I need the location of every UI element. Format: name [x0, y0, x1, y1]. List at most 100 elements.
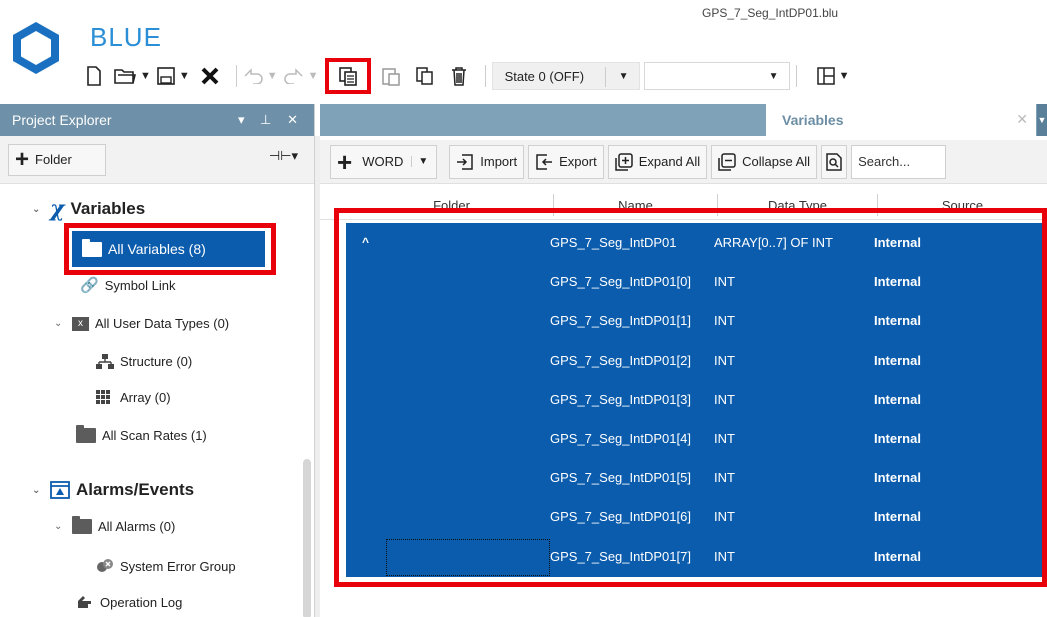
find-document-icon: [826, 152, 842, 171]
cell-data-type: INT: [714, 509, 735, 525]
table-row[interactable]: GPS_7_Seg_IntDP01[0] INT Internal: [346, 262, 1042, 301]
cell-source: Internal: [874, 548, 921, 564]
tree-node-all-scan-rates[interactable]: All Scan Rates (1): [76, 425, 207, 443]
toolbar-separator: [235, 65, 237, 87]
tree-node-symbol-link[interactable]: 🔗 Symbol Link: [80, 276, 176, 294]
tree-label-all-scan-rates: All Scan Rates (1): [102, 428, 207, 443]
tree-node-alarms-events[interactable]: ⌄ Alarms/Events: [32, 480, 194, 500]
expand-all-button[interactable]: Expand All: [607, 144, 708, 179]
table-row[interactable]: GPS_7_Seg_IntDP01[2] INT Internal: [346, 341, 1042, 380]
toolbar-separator: [795, 65, 797, 87]
table-row[interactable]: GPS_7_Seg_IntDP01[3] INT Internal: [346, 380, 1042, 419]
new-file-icon[interactable]: [80, 60, 108, 92]
tree-node-all-user-data-types[interactable]: ⌄ x All User Data Types (0): [54, 316, 229, 331]
copy-button[interactable]: [324, 58, 371, 94]
document-tab-bar: Variables ✕ ▼: [320, 104, 1047, 136]
close-icon: [201, 67, 219, 85]
column-header-data-type[interactable]: Data Type: [718, 194, 878, 216]
undo-button[interactable]: ▼: [243, 60, 278, 92]
tree-node-variables[interactable]: ⌄ χ Variables: [32, 196, 145, 222]
import-button[interactable]: Import: [449, 144, 525, 179]
cell-name: GPS_7_Seg_IntDP01[3]: [550, 391, 691, 407]
redo-button[interactable]: ▼: [283, 60, 319, 92]
tab-variables-label: Variables: [782, 112, 844, 128]
duplicate-button[interactable]: [411, 60, 439, 92]
tree-label-all-alarms: All Alarms (0): [98, 519, 176, 534]
search-input[interactable]: [851, 144, 947, 179]
expand-toggle-icon[interactable]: ^: [362, 235, 369, 249]
chevron-down-icon[interactable]: ⌄: [54, 318, 72, 329]
export-button[interactable]: Export: [528, 144, 604, 179]
tab-variables[interactable]: Variables ✕: [766, 104, 1036, 136]
cell-source: Internal: [874, 391, 921, 407]
tree-node-array[interactable]: Array (0): [96, 390, 171, 405]
tree-label-alarms-events: Alarms/Events: [76, 480, 195, 499]
add-folder-button[interactable]: + Folder: [8, 143, 106, 176]
tree-node-all-variables[interactable]: All Variables (8): [64, 223, 276, 275]
column-header-folder[interactable]: Folder: [350, 194, 554, 216]
cell-name: GPS_7_Seg_IntDP01[4]: [550, 431, 691, 446]
chevron-down-icon[interactable]: ▼: [411, 156, 428, 167]
tab-menu-icon[interactable]: ▼: [1037, 104, 1047, 136]
cell-source: Internal: [874, 509, 921, 525]
close-icon[interactable]: ✕: [1016, 111, 1028, 128]
grid-header: Folder Name Data Type Source: [320, 190, 1047, 220]
cell-data-type: INT: [714, 352, 735, 368]
table-row[interactable]: GPS_7_Seg_IntDP01[4] INT Internal: [346, 419, 1042, 458]
state-select[interactable]: State 0 (OFF) ▼: [491, 62, 640, 90]
save-button[interactable]: ▼: [157, 60, 190, 92]
add-variable-button[interactable]: + WORD ▼: [330, 144, 438, 179]
cell-name: GPS_7_Seg_IntDP01: [550, 235, 677, 250]
link-icon: 🔗: [80, 277, 99, 294]
expand-all-label: Expand All: [638, 154, 701, 169]
add-variable-type: WORD: [362, 154, 404, 169]
collapse-all-button[interactable]: Collapse All: [711, 144, 818, 179]
blue-logo-icon: [10, 20, 62, 76]
secondary-select[interactable]: ▼: [643, 62, 790, 90]
cell-name: GPS_7_Seg_IntDP01[1]: [550, 313, 691, 329]
tree-label-structure: Structure (0): [120, 354, 193, 369]
open-folder-button[interactable]: ▼: [114, 60, 151, 92]
variables-icon: χ: [50, 196, 65, 222]
undo-icon: [244, 68, 263, 84]
cell-source: Internal: [874, 274, 921, 290]
ribbon: BLUE GPS_7_Seg_IntDP01.blu ▼ ▼ ▼ ▼ State…: [0, 0, 1047, 98]
state-select-value: State 0 (OFF): [504, 68, 585, 84]
column-header-source[interactable]: Source: [878, 198, 1047, 213]
find-button[interactable]: [821, 144, 848, 179]
import-label: Import: [480, 154, 518, 169]
pin-dropdown-button[interactable]: ⊣⊢▾: [269, 148, 298, 164]
chevron-down-icon: ▼: [178, 70, 190, 82]
close-button[interactable]: [196, 60, 224, 92]
chevron-down-icon[interactable]: ⌄: [54, 521, 72, 532]
tree-label-array: Array (0): [120, 390, 171, 405]
tree-node-operation-log[interactable]: Operation Log: [76, 594, 182, 610]
export-label: Export: [559, 154, 597, 169]
column-header-name[interactable]: Name: [554, 194, 718, 216]
chevron-down-icon: ▼: [838, 70, 850, 82]
chevron-down-icon: ▼: [768, 71, 779, 82]
project-explorer-header: Project Explorer ▾ ⊥ ✕: [0, 104, 314, 136]
cell-name: GPS_7_Seg_IntDP01[2]: [550, 352, 691, 368]
table-row[interactable]: GPS_7_Seg_IntDP01[1] INT Internal: [346, 301, 1042, 340]
expand-all-icon: [614, 152, 633, 171]
variables-toolbar: + WORD ▼ Import Export Expand All Collap…: [320, 140, 1047, 184]
tree-node-system-error-group[interactable]: System Error Group: [96, 558, 236, 574]
tree-label-operation-log: Operation Log: [100, 594, 183, 610]
pane-controls[interactable]: ▾ ⊥ ✕: [238, 112, 304, 128]
duplicate-icon: [415, 67, 433, 85]
table-row[interactable]: GPS_7_Seg_IntDP01[6] INT Internal: [346, 497, 1042, 536]
table-row[interactable]: GPS_7_Seg_IntDP01[5] INT Internal: [346, 458, 1042, 497]
layout-button[interactable]: ▼: [816, 60, 850, 92]
cell-source: Internal: [874, 431, 921, 446]
delete-button[interactable]: [445, 60, 473, 92]
tree-node-structure[interactable]: Structure (0): [96, 354, 192, 369]
table-row[interactable]: ^ GPS_7_Seg_IntDP01 ARRAY[0..7] OF INT Inte…: [346, 223, 1042, 262]
app-name: BLUE: [90, 22, 162, 52]
paste-button[interactable]: [377, 60, 405, 92]
chevron-down-icon[interactable]: ⌄: [32, 204, 50, 215]
chevron-down-icon[interactable]: ⌄: [32, 485, 50, 496]
tree-scrollbar[interactable]: [303, 459, 311, 617]
tree-node-all-alarms[interactable]: ⌄ All Alarms (0): [54, 516, 176, 534]
tree-label-system-error-group: System Error Group: [120, 558, 236, 574]
